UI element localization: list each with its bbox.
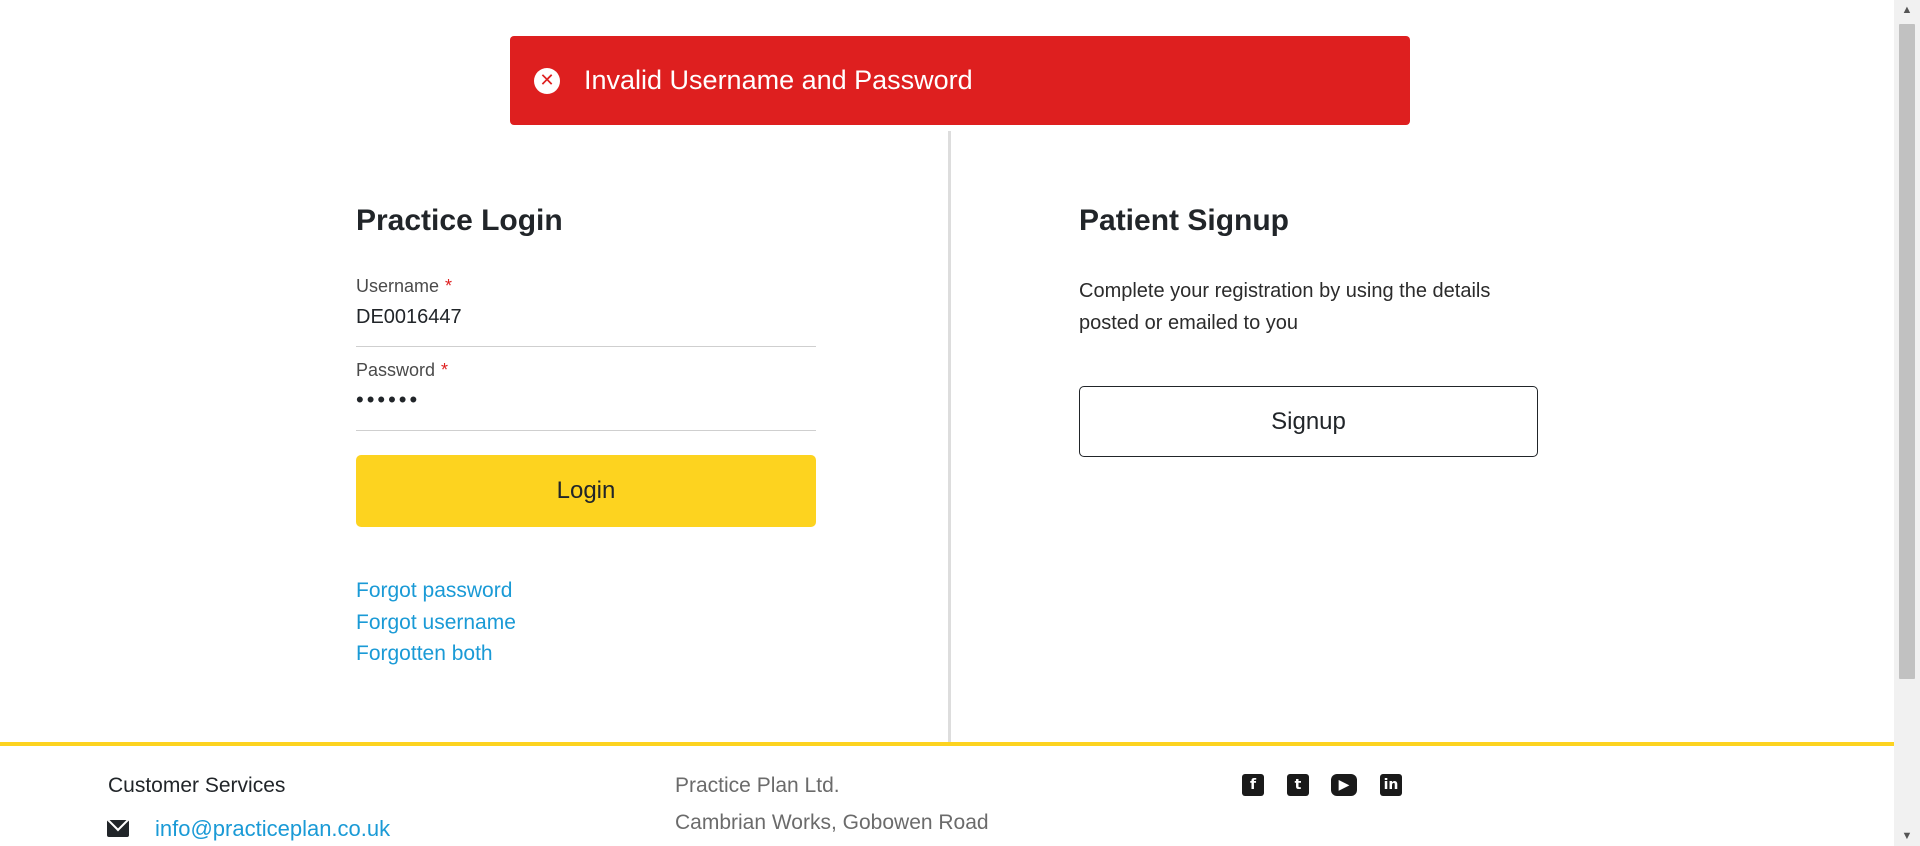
customer-services-title: Customer Services xyxy=(108,774,286,797)
envelope-icon xyxy=(107,820,129,837)
page: ✕ Invalid Username and Password Practice… xyxy=(0,0,1894,846)
required-mark: * xyxy=(441,360,449,380)
close-circle-icon: ✕ xyxy=(534,67,560,94)
scroll-down-arrow-icon[interactable]: ▼ xyxy=(1894,826,1920,846)
email-link[interactable]: info@practiceplan.co.uk xyxy=(155,816,390,842)
password-field[interactable]: •••••• xyxy=(356,387,420,413)
patient-signup-title: Patient Signup xyxy=(1079,204,1289,237)
company-address: Cambrian Works, Gobowen Road xyxy=(675,811,989,834)
password-label-text: Password xyxy=(356,360,436,380)
password-underline xyxy=(356,430,816,431)
password-label: Password * xyxy=(356,360,448,381)
signup-description: Complete your registration by using the … xyxy=(1079,280,1491,334)
footer-accent-line xyxy=(0,742,1894,746)
login-button[interactable]: Login xyxy=(356,455,816,527)
required-mark: * xyxy=(445,276,453,296)
company-name: Practice Plan Ltd. xyxy=(675,774,840,797)
youtube-icon[interactable]: ▶ xyxy=(1331,774,1357,796)
practice-login-title: Practice Login xyxy=(356,204,563,237)
twitter-icon[interactable]: t xyxy=(1287,774,1309,796)
scroll-thumb[interactable] xyxy=(1899,24,1915,679)
vertical-scrollbar[interactable]: ▲ ▼ xyxy=(1894,0,1920,846)
scroll-up-arrow-icon[interactable]: ▲ xyxy=(1894,0,1920,20)
username-label: Username * xyxy=(356,276,452,297)
alert-message: Invalid Username and Password xyxy=(584,65,973,95)
signup-button[interactable]: Signup xyxy=(1079,386,1538,457)
linkedin-icon[interactable]: in xyxy=(1380,774,1402,796)
username-field[interactable]: DE0016447 xyxy=(356,306,462,329)
forgot-password-link[interactable]: Forgot password xyxy=(356,579,512,603)
error-alert: ✕ Invalid Username and Password xyxy=(510,36,1410,125)
facebook-icon[interactable]: f xyxy=(1242,774,1264,796)
username-label-text: Username xyxy=(356,276,440,296)
column-divider xyxy=(948,131,951,742)
username-underline xyxy=(356,346,816,347)
forgot-username-link[interactable]: Forgot username xyxy=(356,611,516,635)
forgotten-both-link[interactable]: Forgotten both xyxy=(356,642,493,666)
